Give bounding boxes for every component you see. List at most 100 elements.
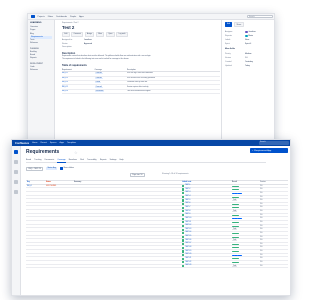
requirement-key[interactable] xyxy=(26,192,46,195)
requirement-key[interactable] xyxy=(26,221,46,224)
result-cell: Passed xyxy=(232,257,260,260)
result-cell: Todo xyxy=(232,210,260,213)
test-type-icon xyxy=(182,184,185,187)
requirement-key[interactable] xyxy=(26,210,46,213)
grid-cell xyxy=(74,192,182,195)
requirement-key[interactable] xyxy=(26,199,46,202)
nav-item[interactable]: Apps xyxy=(59,142,64,144)
nav-item[interactable]: Projects xyxy=(38,16,45,18)
home-icon[interactable] xyxy=(14,150,18,154)
nav-item[interactable]: Dashboards xyxy=(56,16,67,18)
requirement-key[interactable] xyxy=(26,217,46,220)
tab-item[interactable]: Coverage xyxy=(57,159,66,163)
search-input[interactable]: Search xyxy=(259,141,289,145)
requirement-link[interactable]: REQ-14 xyxy=(62,82,68,83)
nav-item[interactable]: Templates xyxy=(67,142,76,144)
detail-value[interactable]: Sprint 4 xyxy=(245,42,251,46)
result-badge: Passed xyxy=(232,247,240,249)
grid-column-header[interactable]: Key xyxy=(26,181,46,184)
tab-item[interactable]: Baselines xyxy=(69,159,77,163)
sidebar-item[interactable]: Releases xyxy=(30,69,52,72)
requirement-key[interactable]: REQ-1 xyxy=(26,185,46,188)
action-button[interactable]: Assign xyxy=(84,32,95,37)
requirement-key[interactable] xyxy=(26,188,46,191)
tab-item[interactable]: Traceability xyxy=(87,159,97,163)
requirement-key[interactable] xyxy=(26,243,46,246)
action-button[interactable]: Edit xyxy=(62,32,70,37)
chart-icon[interactable] xyxy=(14,180,18,184)
tab-item[interactable]: Tracking xyxy=(34,159,41,163)
tab-item[interactable]: Settings xyxy=(110,159,117,163)
tab-item[interactable]: Risk xyxy=(80,159,84,163)
result-badge: Todo xyxy=(232,200,238,202)
grid-cell xyxy=(46,203,74,206)
share-button[interactable]: Share xyxy=(233,22,245,28)
requirements-table: Requirement Coverage Description REQ-12 Cov… xyxy=(62,68,220,95)
grid-column-header[interactable]: Summary xyxy=(74,181,182,184)
grid-cell xyxy=(46,196,74,199)
requirement-key[interactable] xyxy=(26,239,46,242)
sidebar-item[interactable]: Releases xyxy=(30,42,52,45)
search-input[interactable]: Search xyxy=(247,14,273,19)
nav-item[interactable]: Home xyxy=(32,142,37,144)
requirement-key[interactable] xyxy=(26,225,46,228)
show-children-checkbox[interactable]: Show children xyxy=(60,167,74,170)
front-topbar: Confluence Home Recent Spaces Apps Templ… xyxy=(12,140,290,146)
nav-item[interactable]: Apps xyxy=(79,16,84,18)
sidebar-item[interactable]: Reports xyxy=(30,57,52,60)
status-filter-chip[interactable]: Status: Any xyxy=(46,166,58,171)
requirement-key[interactable] xyxy=(26,214,46,217)
action-button[interactable]: Open xyxy=(105,32,115,37)
action-button[interactable]: Comment xyxy=(71,32,84,37)
grid-cell xyxy=(74,246,182,249)
requirement-key[interactable] xyxy=(26,232,46,235)
requirement-key[interactable] xyxy=(26,261,46,264)
nav-item[interactable]: People xyxy=(70,16,76,18)
detail-value[interactable]: Today xyxy=(245,64,250,68)
grid-cell xyxy=(74,261,182,264)
requirement-key[interactable] xyxy=(26,206,46,209)
tab-item[interactable]: Documents xyxy=(45,159,55,163)
requirement-link[interactable]: REQ-13 xyxy=(62,78,68,79)
requirement-key[interactable] xyxy=(26,236,46,239)
settings-icon[interactable] xyxy=(14,190,18,194)
action-button[interactable]: Log work xyxy=(116,32,128,37)
tab-item[interactable]: Board xyxy=(26,159,31,163)
requirement-key[interactable] xyxy=(26,265,46,268)
result-badge: Passed xyxy=(232,243,240,245)
requirement-key[interactable] xyxy=(26,257,46,260)
nav-item[interactable]: Filters xyxy=(48,16,53,18)
linked-test-cell[interactable]: TEST-23 xyxy=(182,264,232,268)
result-cell: Passed xyxy=(232,214,260,217)
requirement-key[interactable] xyxy=(26,246,46,249)
result-badge: Passed xyxy=(232,222,240,223)
grid-column-header[interactable]: Version xyxy=(260,181,288,184)
requirement-link[interactable]: REQ-15 xyxy=(62,87,68,88)
requirement-key[interactable] xyxy=(26,228,46,231)
grid-column-header[interactable]: Status xyxy=(46,181,74,184)
requirement-key[interactable] xyxy=(26,196,46,199)
filter-input[interactable]: REQ - TEST-23 xyxy=(26,166,44,171)
result-cell: Todo xyxy=(232,228,260,231)
tab-item[interactable]: Help xyxy=(120,159,124,163)
action-button[interactable]: More xyxy=(95,32,105,37)
requirement-key[interactable] xyxy=(26,254,46,257)
tab-item[interactable]: Reports xyxy=(100,159,107,163)
requirement-app-button[interactable]: + Requirement App xyxy=(250,148,288,153)
nav-item[interactable]: Spaces xyxy=(50,142,57,144)
list-icon[interactable] xyxy=(14,170,18,174)
edit-button[interactable]: Edit xyxy=(225,22,233,28)
requirement-key[interactable] xyxy=(26,250,46,253)
board-icon[interactable] xyxy=(14,160,18,164)
requirement-key[interactable] xyxy=(26,203,46,206)
grid-cell: 1.0 xyxy=(260,262,263,264)
nav-item[interactable]: Recent xyxy=(40,142,46,144)
requirement-link[interactable]: REQ-16 xyxy=(62,91,68,92)
brand-name[interactable]: Confluence xyxy=(15,142,29,145)
detail-value-text: Sprint 4 xyxy=(245,43,252,46)
star-icon[interactable]: ☆ xyxy=(74,150,78,155)
page-size-select[interactable]: Page size: 50 xyxy=(130,173,145,177)
requirement-link[interactable]: REQ-12 xyxy=(62,73,68,74)
grid-column-header[interactable]: Result xyxy=(232,181,260,184)
grid-row[interactable]: TEST-23 Todo 1.0 xyxy=(26,264,288,269)
